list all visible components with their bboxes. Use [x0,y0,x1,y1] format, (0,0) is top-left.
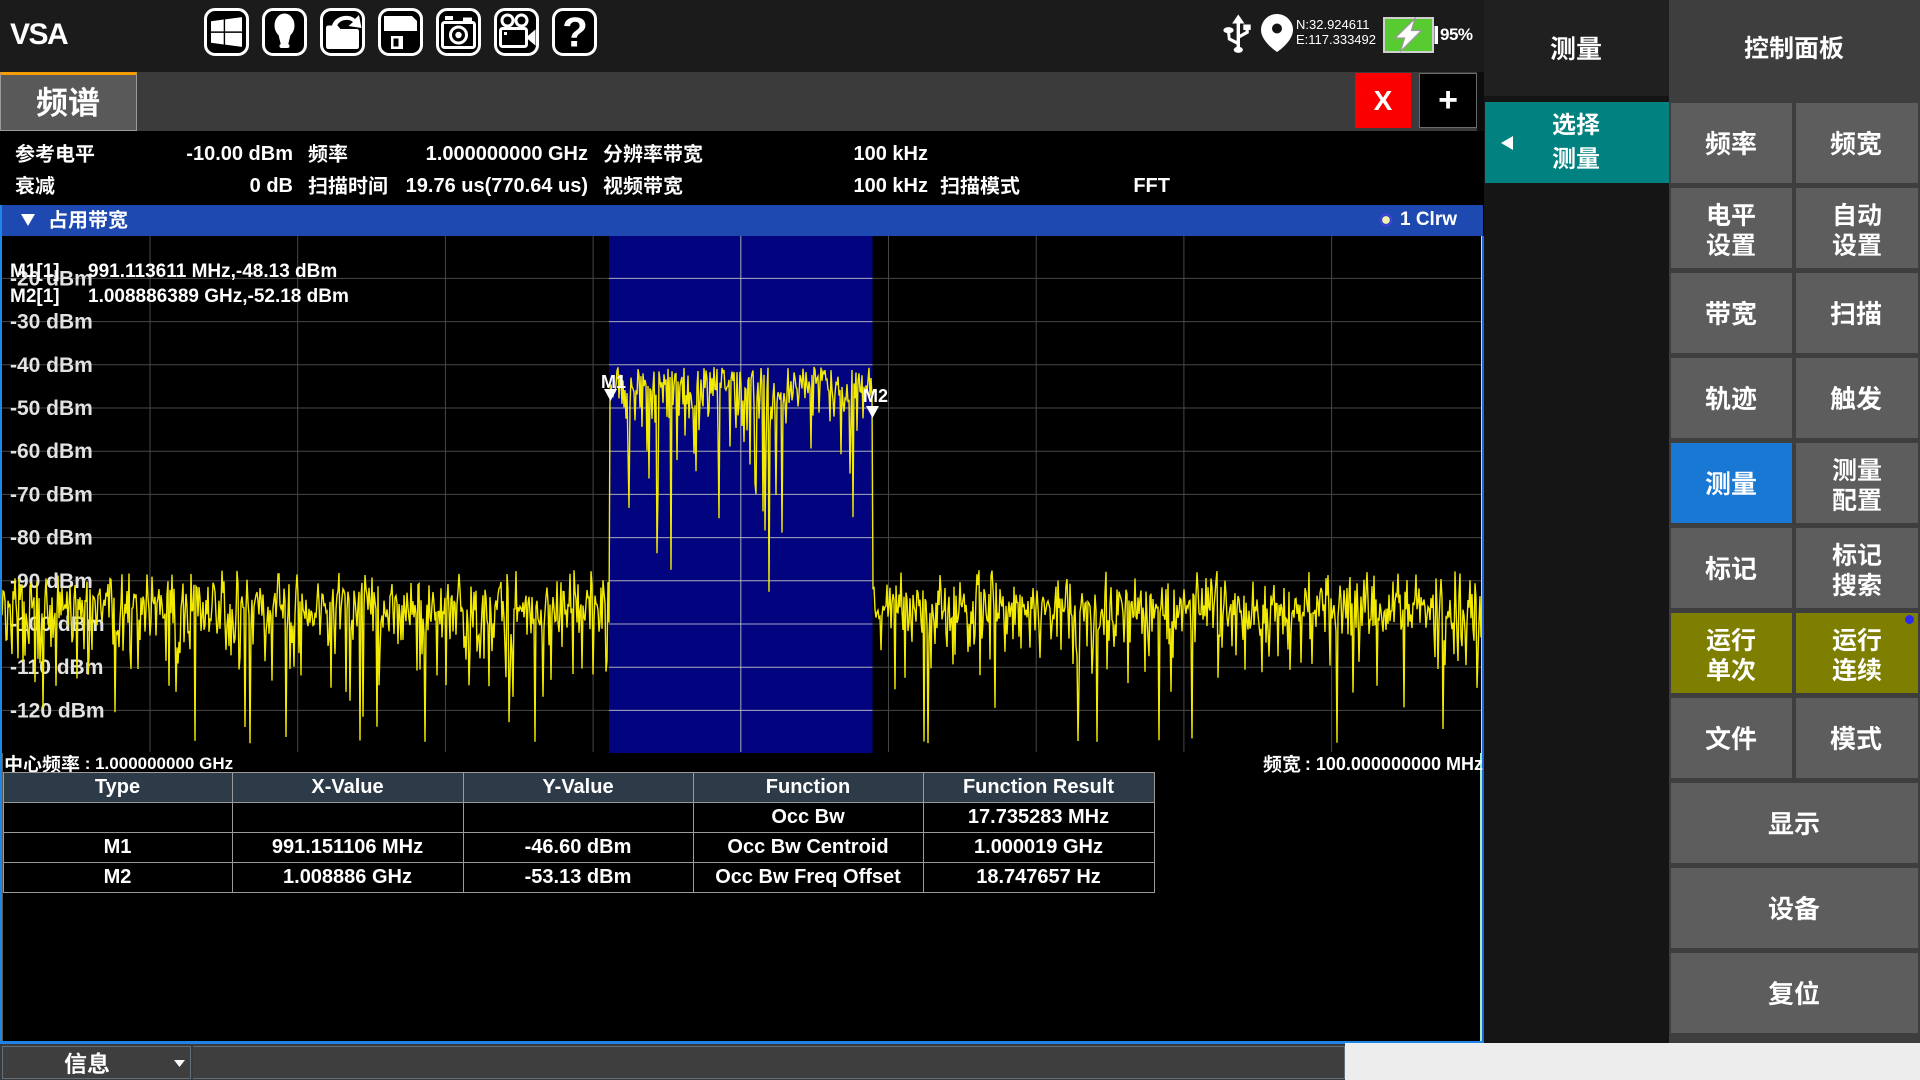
svg-text:-50 dBm: -50 dBm [10,397,93,420]
svg-text:1.008886389 GHz,-52.18 dBm: 1.008886389 GHz,-52.18 dBm [88,286,349,307]
svg-text:-40 dBm: -40 dBm [10,354,93,377]
svg-text:-60 dBm: -60 dBm [10,440,93,463]
svg-text:-70 dBm: -70 dBm [10,483,93,506]
svg-text:991.113611 MHz,-48.13 dBm: 991.113611 MHz,-48.13 dBm [88,261,337,282]
svg-text:-80 dBm: -80 dBm [10,527,93,550]
svg-text:-120 dBm: -120 dBm [10,699,105,722]
svg-text:M1: M1 [601,372,626,392]
svg-text:M2: M2 [863,386,888,406]
svg-text:-30 dBm: -30 dBm [10,311,93,334]
svg-text:M2[1]: M2[1] [10,286,60,307]
svg-text:M1[1]: M1[1] [10,261,60,282]
